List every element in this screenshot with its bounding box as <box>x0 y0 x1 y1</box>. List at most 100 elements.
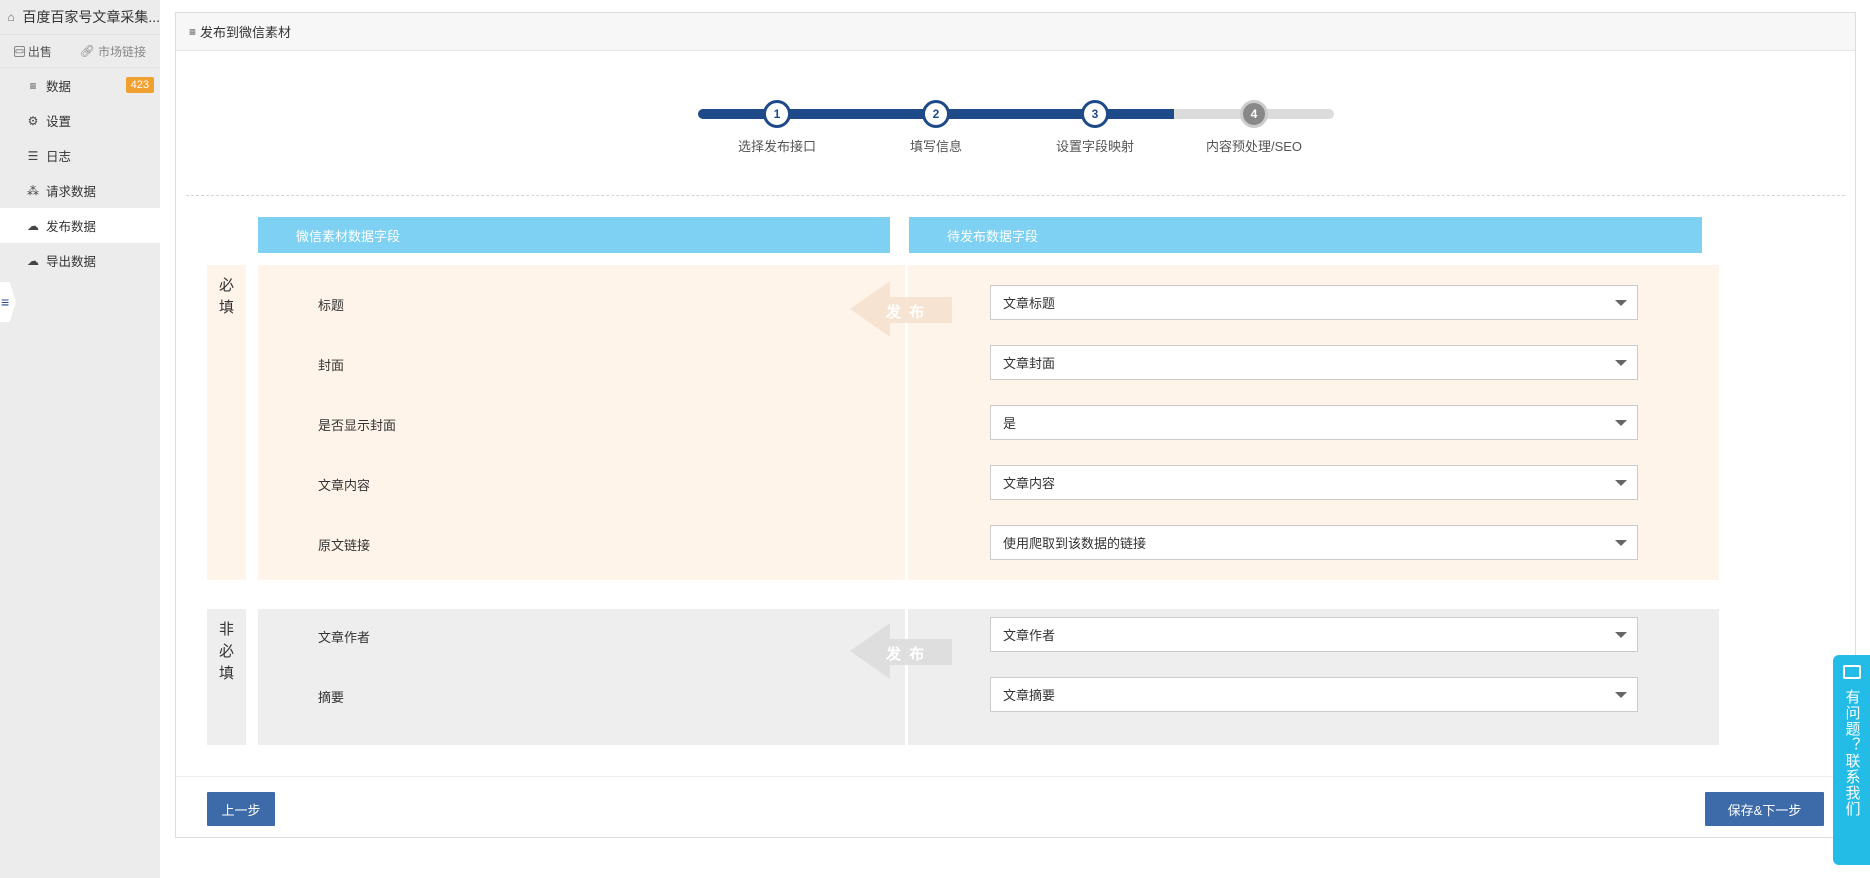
quick-links: ▭ 出售 🔗︎ 市场链接 <box>0 34 160 68</box>
mapping-row: 是否显示封面 是 <box>258 405 1719 441</box>
publish-panel: ≡ 发布到微信素材 1 选择发布接口 2 填写信息 3 设置字段映射 4 内容预… <box>175 12 1856 838</box>
chevron-down-icon <box>1615 632 1627 638</box>
chevron-down-icon <box>1615 300 1627 306</box>
source-field-select[interactable]: 使用爬取到该数据的链接 <box>990 525 1638 560</box>
sidebar-item-label: 发布数据 <box>46 220 97 234</box>
database-icon: ≡ <box>189 24 197 39</box>
required-fields-area: 发 布 标题 文章标题 封面 文章封面 是否显示封面 是 文章内容 文章内容 原… <box>258 265 1719 580</box>
field-name: 文章作者 <box>318 630 371 645</box>
app-title: ⌂ 百度百家号文章采集... <box>0 0 160 34</box>
cloud-upload-icon: ☁ <box>27 218 39 233</box>
source-field-select[interactable]: 文章标题 <box>990 285 1638 320</box>
divider <box>186 195 1845 196</box>
sidebar-item-request-data[interactable]: ⁂ 请求数据 <box>0 173 160 208</box>
contact-help-widget[interactable]: 有问题？联系我们 <box>1833 655 1870 865</box>
step-progress: 1 选择发布接口 2 填写信息 3 设置字段映射 4 内容预处理/SEO <box>698 91 1334 171</box>
step-3[interactable]: 3 设置字段映射 <box>1015 100 1175 155</box>
data-count-badge: 423 <box>125 77 154 93</box>
field-name: 原文链接 <box>318 538 371 553</box>
select-value: 文章标题 <box>1003 296 1056 311</box>
source-fields-header: 待发布数据字段 <box>909 217 1702 253</box>
source-field-select[interactable]: 文章内容 <box>990 465 1638 500</box>
mapping-row: 摘要 文章摘要 <box>258 677 1719 713</box>
chevron-down-icon <box>1615 360 1627 366</box>
sidebar-item-settings[interactable]: ⚙ 设置 <box>0 103 160 138</box>
chat-icon <box>1842 665 1861 679</box>
select-value: 文章内容 <box>1003 476 1056 491</box>
optional-label: 非必填 <box>207 609 246 745</box>
market-link-label: 市场链接 <box>98 44 147 59</box>
chevron-down-icon <box>1615 540 1627 546</box>
mapping-row: 封面 文章封面 <box>258 345 1719 381</box>
select-value: 使用爬取到该数据的链接 <box>1003 536 1147 551</box>
link-icon: 🔗︎ <box>79 44 96 58</box>
mapping-row: 文章内容 文章内容 <box>258 465 1719 501</box>
field-name: 是否显示封面 <box>318 418 397 433</box>
sidebar-nav: ≡ 数据 423 ⚙ 设置 ☰ 日志 ⁂ 请求数据 ☁ 发布数据 ☁ 导出数据 <box>0 68 160 278</box>
help-text: 有问题？联系我们 <box>1843 689 1861 817</box>
step-4[interactable]: 4 内容预处理/SEO <box>1174 100 1334 155</box>
menu-icon: ≡ <box>1 294 10 310</box>
sidebar-item-export-data[interactable]: ☁ 导出数据 <box>0 243 160 278</box>
sell-icon: ▭ <box>13 45 25 57</box>
market-link[interactable]: 🔗︎ 市场链接 <box>80 43 146 60</box>
sidebar-item-label: 请求数据 <box>46 185 97 199</box>
select-value: 文章摘要 <box>1003 688 1056 703</box>
sidebar-item-label: 导出数据 <box>46 255 97 269</box>
select-value: 文章封面 <box>1003 356 1056 371</box>
sell-link[interactable]: ▭ 出售 <box>13 43 52 60</box>
mapping-row: 原文链接 使用爬取到该数据的链接 <box>258 525 1719 561</box>
step-label: 设置字段映射 <box>1055 139 1134 154</box>
share-nodes-icon: ⁂ <box>27 183 39 198</box>
panel-header: ≡ 发布到微信素材 <box>176 13 1855 51</box>
mapping-row: 标题 文章标题 <box>258 285 1719 321</box>
step-number: 4 <box>1240 100 1268 128</box>
step-number: 3 <box>1081 100 1109 128</box>
sidebar-item-data[interactable]: ≡ 数据 423 <box>0 68 160 103</box>
sidebar-item-publish-data[interactable]: ☁ 发布数据 <box>0 208 160 243</box>
sidebar-item-log[interactable]: ☰ 日志 <box>0 138 160 173</box>
sidebar-toggle-button[interactable]: ≡ <box>0 282 16 322</box>
prev-step-button[interactable]: 上一步 <box>207 792 275 826</box>
step-number: 1 <box>763 100 791 128</box>
chevron-down-icon <box>1615 480 1627 486</box>
required-label: 必填 <box>207 265 246 580</box>
source-field-select[interactable]: 文章作者 <box>990 617 1638 652</box>
optional-fields-area: 发 布 文章作者 文章作者 摘要 文章摘要 <box>258 609 1719 745</box>
step-label: 内容预处理/SEO <box>1205 139 1303 154</box>
select-value: 是 <box>1003 416 1017 431</box>
field-name: 标题 <box>318 298 345 313</box>
app-title-text: 百度百家号文章采集... <box>22 9 160 25</box>
sidebar-item-label: 设置 <box>46 115 72 129</box>
step-1[interactable]: 1 选择发布接口 <box>697 100 857 155</box>
panel-title: 发布到微信素材 <box>200 25 292 40</box>
source-field-select[interactable]: 是 <box>990 405 1638 440</box>
field-name: 文章内容 <box>318 478 371 493</box>
required-label-text: 必填 <box>218 277 234 316</box>
step-label: 填写信息 <box>909 139 962 154</box>
step-2[interactable]: 2 填写信息 <box>856 100 1016 155</box>
list-icon: ☰ <box>27 148 39 163</box>
footer-divider <box>176 776 1855 777</box>
save-next-button[interactable]: 保存&下一步 <box>1705 792 1824 826</box>
optional-label-text: 非必填 <box>218 621 234 682</box>
cloud-download-icon: ☁ <box>27 253 39 268</box>
sidebar: ⌂ 百度百家号文章采集... ▭ 出售 🔗︎ 市场链接 ≡ 数据 423 ⚙ 设… <box>0 0 160 878</box>
source-field-select[interactable]: 文章摘要 <box>990 677 1638 712</box>
field-name: 封面 <box>318 358 345 373</box>
database-icon: ≡ <box>29 78 37 93</box>
step-number: 2 <box>922 100 950 128</box>
field-name: 摘要 <box>318 690 345 705</box>
sidebar-item-label: 日志 <box>46 150 72 164</box>
sell-label: 出售 <box>27 44 52 59</box>
wechat-fields-header: 微信素材数据字段 <box>258 217 890 253</box>
gear-icon: ⚙ <box>27 113 39 128</box>
chevron-down-icon <box>1615 692 1627 698</box>
app-icon: ⌂ <box>7 10 15 24</box>
select-value: 文章作者 <box>1003 628 1056 643</box>
mapping-row: 文章作者 文章作者 <box>258 617 1719 653</box>
source-field-select[interactable]: 文章封面 <box>990 345 1638 380</box>
step-label: 选择发布接口 <box>737 139 816 154</box>
chevron-down-icon <box>1615 420 1627 426</box>
sidebar-item-label: 数据 <box>46 80 72 94</box>
